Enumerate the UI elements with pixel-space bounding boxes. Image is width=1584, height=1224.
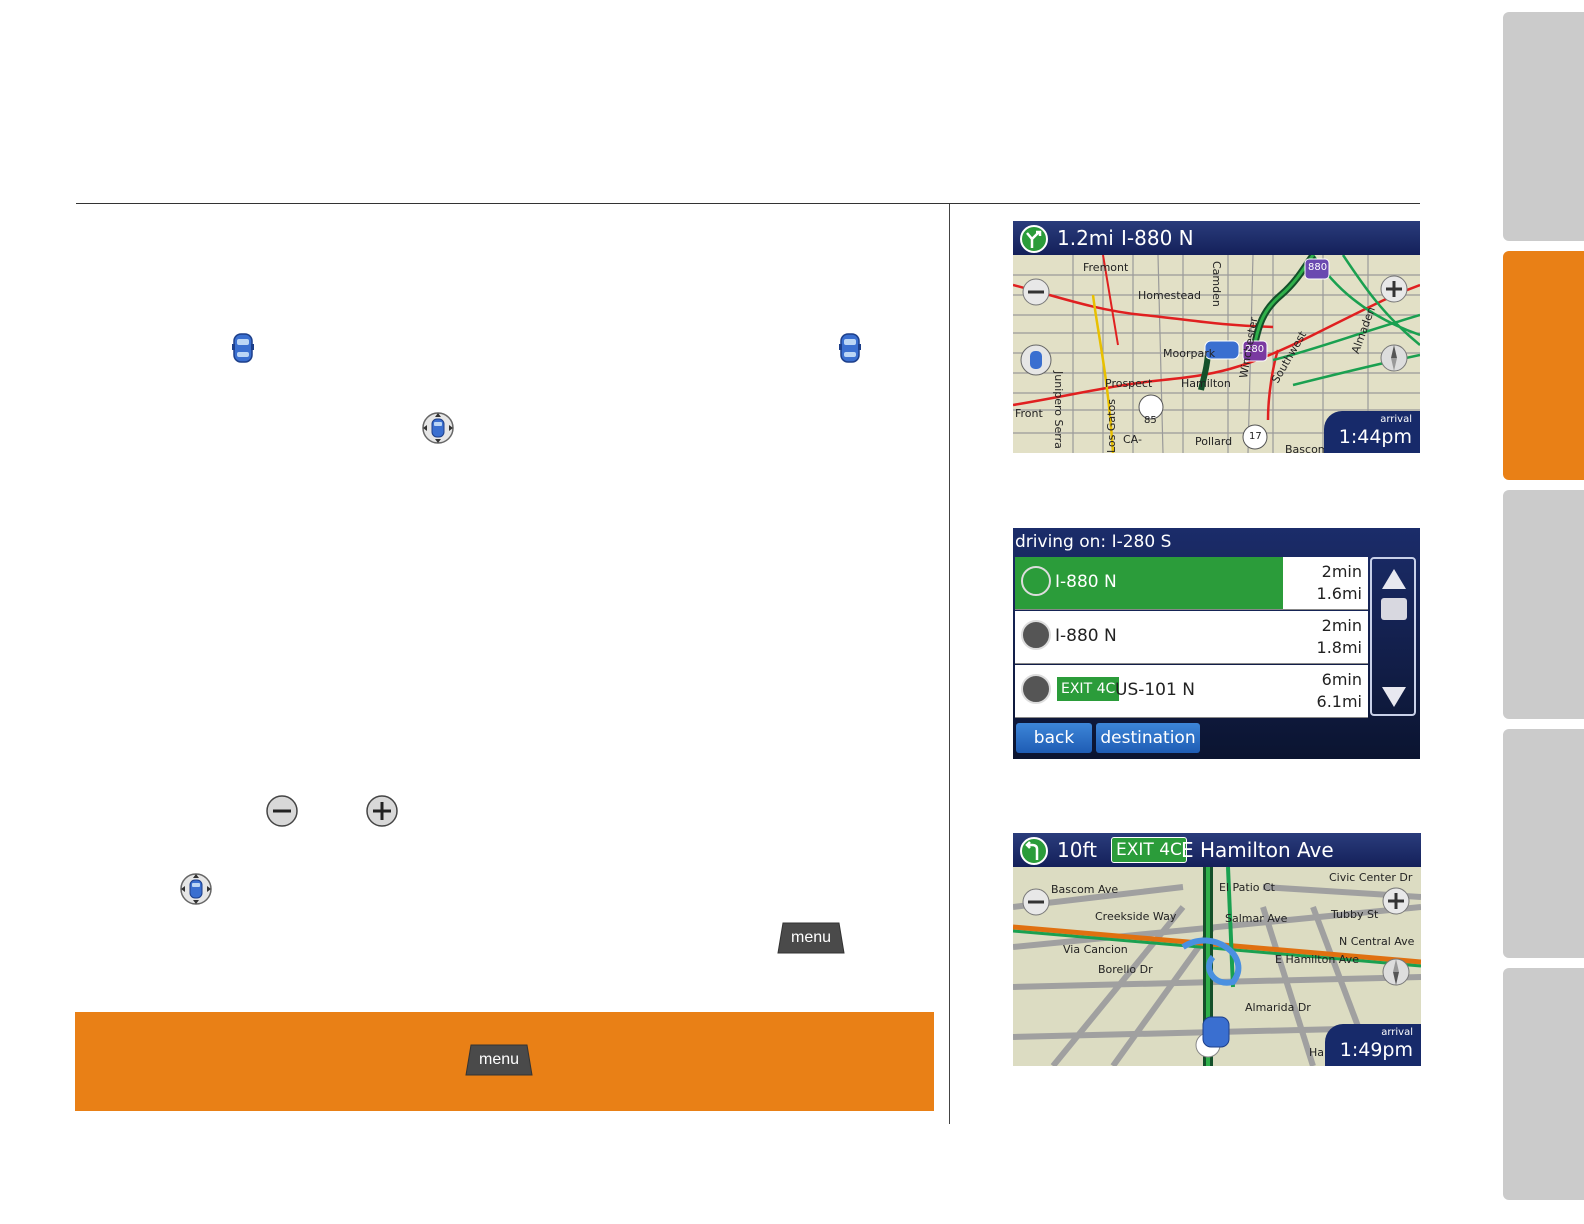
- map-label: Moorpark: [1163, 347, 1216, 360]
- turn-road: I-880 N: [1121, 226, 1194, 250]
- route-name: US-101 N: [1115, 680, 1195, 700]
- fork-right-icon: [1021, 674, 1051, 704]
- route-row[interactable]: EXIT 4C US-101 N 6min 6.1mi: [1015, 665, 1368, 718]
- zoom-out-icon: [266, 795, 298, 827]
- highway-shield-880: 880: [1308, 262, 1328, 273]
- map-label: Borello Dr: [1098, 963, 1153, 976]
- fork-right-icon: [1021, 620, 1051, 650]
- scroll-down-icon[interactable]: [1380, 685, 1408, 709]
- map-label: Civic Center Dr: [1329, 871, 1413, 884]
- turn-road: E Hamilton Ave: [1181, 838, 1334, 862]
- highway-shield-280: 280: [1245, 344, 1265, 355]
- map-label: N Central Ave: [1339, 935, 1415, 948]
- scroll-up-icon[interactable]: [1380, 567, 1408, 591]
- exit-badge: EXIT 4C: [1057, 677, 1120, 701]
- side-tab-5[interactable]: [1503, 968, 1584, 1200]
- side-tab-2-active[interactable]: [1503, 251, 1584, 480]
- route-name: I-880 N: [1055, 572, 1117, 592]
- car-icon: [232, 333, 254, 363]
- map-label: Los Gatos: [1105, 399, 1118, 453]
- exit-badge: EXIT 4C: [1111, 837, 1187, 863]
- zoom-in-icon[interactable]: [1381, 886, 1411, 916]
- map-label: Fremont: [1083, 261, 1129, 274]
- menu-key-icon: menu: [777, 922, 845, 954]
- route-list-screen: driving on: I-280 S I-880 N 2min 1.6mi I-…: [1013, 528, 1420, 759]
- side-tab-4[interactable]: [1503, 729, 1584, 958]
- map-label: Almarida Dr: [1245, 1001, 1311, 1014]
- map-screen-3d: Bascom Ave El Patio Ct Civic Center Dr C…: [1013, 833, 1421, 1066]
- arrival-panel: arrival 1:44pm: [1324, 411, 1420, 453]
- nav-instruction-bar: 1.2mi I-880 N: [1013, 221, 1420, 255]
- map-label: Camden: [1210, 261, 1223, 307]
- map-label: Hamilton: [1181, 377, 1231, 390]
- note-menu-key-label: menu: [478, 1051, 520, 1068]
- turn-left-icon: [1020, 837, 1048, 865]
- side-tab-1[interactable]: [1503, 12, 1584, 241]
- compass-icon[interactable]: [1379, 343, 1409, 373]
- map-screen-route: Fremont Homestead Camden Moorpark Prospe…: [1013, 221, 1420, 453]
- map-label: Creekside Way: [1095, 910, 1177, 923]
- map-label: E Hamilton Ave: [1275, 953, 1359, 966]
- route-row[interactable]: I-880 N 2min 1.6mi: [1015, 557, 1368, 610]
- header-rule: [76, 203, 1420, 204]
- recenter-icon: [180, 873, 212, 905]
- scroll-thumb[interactable]: [1381, 598, 1407, 620]
- zoom-in-icon[interactable]: [1379, 274, 1409, 304]
- arrival-time: 1:44pm: [1338, 426, 1412, 448]
- zoom-out-icon[interactable]: [1021, 887, 1051, 917]
- map-label: Bascom: [1285, 443, 1329, 453]
- highway-shield-17: 17: [1249, 431, 1262, 442]
- fork-right-icon: [1020, 225, 1048, 253]
- map-label: Prospect: [1105, 377, 1153, 390]
- driving-on-header: driving on: I-280 S: [1015, 532, 1172, 552]
- map-label: Pollard: [1195, 435, 1233, 448]
- map-label: Homestead: [1138, 289, 1202, 302]
- map-label: Bascom Ave: [1051, 883, 1119, 896]
- map-label: Salmar Ave: [1225, 912, 1288, 925]
- arrival-time: 1:49pm: [1339, 1039, 1413, 1061]
- arrival-label: arrival: [1380, 414, 1412, 425]
- route-time: 2min 1.8mi: [1316, 616, 1362, 657]
- route-time: 2min 1.6mi: [1316, 562, 1362, 603]
- scrollbar[interactable]: [1370, 557, 1416, 716]
- destination-button[interactable]: destination: [1096, 723, 1200, 753]
- zoom-out-icon[interactable]: [1021, 277, 1051, 307]
- fork-right-icon: [1021, 566, 1051, 596]
- arrival-label: arrival: [1381, 1027, 1413, 1038]
- route-row[interactable]: I-880 N 2min 1.8mi: [1015, 611, 1368, 664]
- map-label: Tubby St: [1331, 908, 1379, 921]
- car-icon: [839, 333, 861, 363]
- zoom-in-icon: [366, 795, 398, 827]
- map-label: CA-: [1123, 433, 1142, 446]
- compass-icon[interactable]: [1381, 957, 1411, 987]
- side-tab-3[interactable]: [1503, 490, 1584, 719]
- highway-shield-85: 85: [1144, 415, 1157, 426]
- menu-key-icon: menu: [465, 1044, 533, 1076]
- map-label: Front: [1015, 407, 1043, 420]
- route-name: I-880 N: [1055, 626, 1117, 646]
- map-label: El Patio Ct: [1219, 881, 1275, 894]
- menu-key-label: menu: [790, 929, 832, 946]
- arrival-panel: arrival 1:49pm: [1325, 1024, 1421, 1066]
- route-time: 6min 6.1mi: [1316, 670, 1362, 711]
- turn-distance: 10ft: [1057, 838, 1097, 862]
- back-button[interactable]: back: [1016, 723, 1092, 753]
- recenter-icon[interactable]: [1019, 343, 1053, 377]
- recenter-icon: [422, 412, 454, 444]
- map-label: Via Cancion: [1063, 943, 1128, 956]
- turn-distance: 1.2mi: [1057, 226, 1114, 250]
- nav-instruction-bar: 10ft EXIT 4C E Hamilton Ave: [1013, 833, 1421, 867]
- map-label: Junipero Serra: [1052, 371, 1065, 449]
- column-divider: [949, 204, 950, 1124]
